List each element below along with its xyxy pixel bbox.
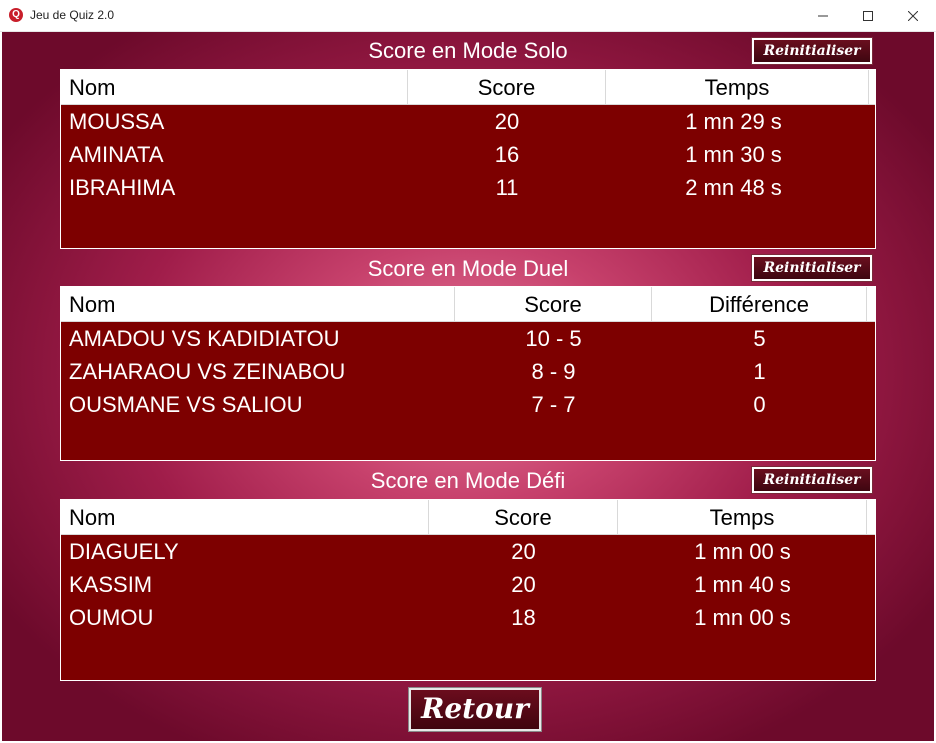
column-header-score[interactable]: Score xyxy=(429,500,618,534)
player-name: DIAGUELY xyxy=(69,539,179,564)
defi-reset-button[interactable]: Reinitialiser xyxy=(751,466,873,494)
close-button[interactable] xyxy=(890,0,935,31)
duel-score: 10 - 5 xyxy=(525,326,582,351)
player-time: 2 mn 48 s xyxy=(685,175,782,200)
duel-score: 8 - 9 xyxy=(531,359,576,384)
table-row[interactable]: AMINATA 16 1 mn 30 s xyxy=(61,138,875,171)
duel-players: OUSMANE VS SALIOU xyxy=(69,392,303,417)
table-row[interactable]: OUMOU 18 1 mn 00 s xyxy=(61,601,875,634)
duel-players: AMADOU VS KADIDIATOU xyxy=(69,326,340,351)
player-time: 1 mn 40 s xyxy=(694,572,791,597)
app-window: Q Jeu de Quiz 2.0 Score en Mode Solo Rei… xyxy=(0,0,936,743)
window-title: Jeu de Quiz 2.0 xyxy=(30,8,115,22)
minimize-icon xyxy=(817,15,828,16)
player-score: 18 xyxy=(511,605,536,630)
column-header-temps[interactable]: Temps xyxy=(606,70,869,104)
table-header: Nom Score Temps xyxy=(61,500,875,535)
scores-panel: Score en Mode Solo Reinitialiser Nom Sco… xyxy=(2,32,934,741)
duel-players: ZAHARAOU VS ZEINABOU xyxy=(69,359,346,384)
column-header-temps[interactable]: Temps xyxy=(618,500,867,534)
close-icon xyxy=(907,10,918,21)
player-time: 1 mn 29 s xyxy=(685,109,782,134)
column-header-score[interactable]: Score xyxy=(455,287,652,321)
player-name: AMINATA xyxy=(69,142,164,167)
player-time: 1 mn 00 s xyxy=(694,605,791,630)
duel-score: 7 - 7 xyxy=(531,392,576,417)
player-time: 1 mn 00 s xyxy=(694,539,791,564)
app-icon: Q xyxy=(9,8,23,22)
duel-score-table: Nom Score Différence AMADOU VS KADIDIATO… xyxy=(60,286,876,461)
table-header: Nom Score Différence xyxy=(61,287,875,322)
player-name: IBRAHIMA xyxy=(69,175,176,200)
defi-score-table: Nom Score Temps DIAGUELY 20 1 mn 00 s KA… xyxy=(60,499,876,681)
table-row[interactable]: AMADOU VS KADIDIATOU 10 - 5 5 xyxy=(61,322,875,355)
solo-reset-button[interactable]: Reinitialiser xyxy=(751,37,873,65)
table-header: Nom Score Temps xyxy=(61,70,875,105)
column-header-nom[interactable]: Nom xyxy=(61,500,429,534)
column-header-score[interactable]: Score xyxy=(408,70,606,104)
player-name: MOUSSA xyxy=(69,109,165,134)
table-row[interactable]: DIAGUELY 20 1 mn 00 s xyxy=(61,535,875,568)
duel-difference: 5 xyxy=(753,326,766,351)
column-header-difference[interactable]: Différence xyxy=(652,287,867,321)
column-header-nom[interactable]: Nom xyxy=(61,70,408,104)
player-score: 20 xyxy=(511,572,536,597)
table-row[interactable]: OUSMANE VS SALIOU 7 - 7 0 xyxy=(61,388,875,421)
table-row[interactable]: MOUSSA 20 1 mn 29 s xyxy=(61,105,875,138)
back-button[interactable]: Retour xyxy=(408,687,542,732)
player-name: OUMOU xyxy=(69,605,154,630)
player-score: 11 xyxy=(495,175,519,200)
player-score: 20 xyxy=(511,539,536,564)
table-row[interactable]: ZAHARAOU VS ZEINABOU 8 - 9 1 xyxy=(61,355,875,388)
player-time: 1 mn 30 s xyxy=(685,142,782,167)
column-header-nom[interactable]: Nom xyxy=(61,287,455,321)
table-row[interactable]: IBRAHIMA 11 2 mn 48 s xyxy=(61,171,875,204)
maximize-icon xyxy=(862,10,873,21)
maximize-button[interactable] xyxy=(845,0,890,31)
duel-difference: 1 xyxy=(753,359,766,384)
player-score: 16 xyxy=(494,142,520,167)
player-name: KASSIM xyxy=(69,572,153,597)
solo-score-table: Nom Score Temps MOUSSA 20 1 mn 29 s AMIN… xyxy=(60,69,876,249)
table-row[interactable]: KASSIM 20 1 mn 40 s xyxy=(61,568,875,601)
title-bar: Q Jeu de Quiz 2.0 xyxy=(0,0,936,32)
duel-difference: 0 xyxy=(753,392,766,417)
player-score: 20 xyxy=(494,109,520,134)
minimize-button[interactable] xyxy=(800,0,845,31)
duel-reset-button[interactable]: Reinitialiser xyxy=(751,254,873,282)
